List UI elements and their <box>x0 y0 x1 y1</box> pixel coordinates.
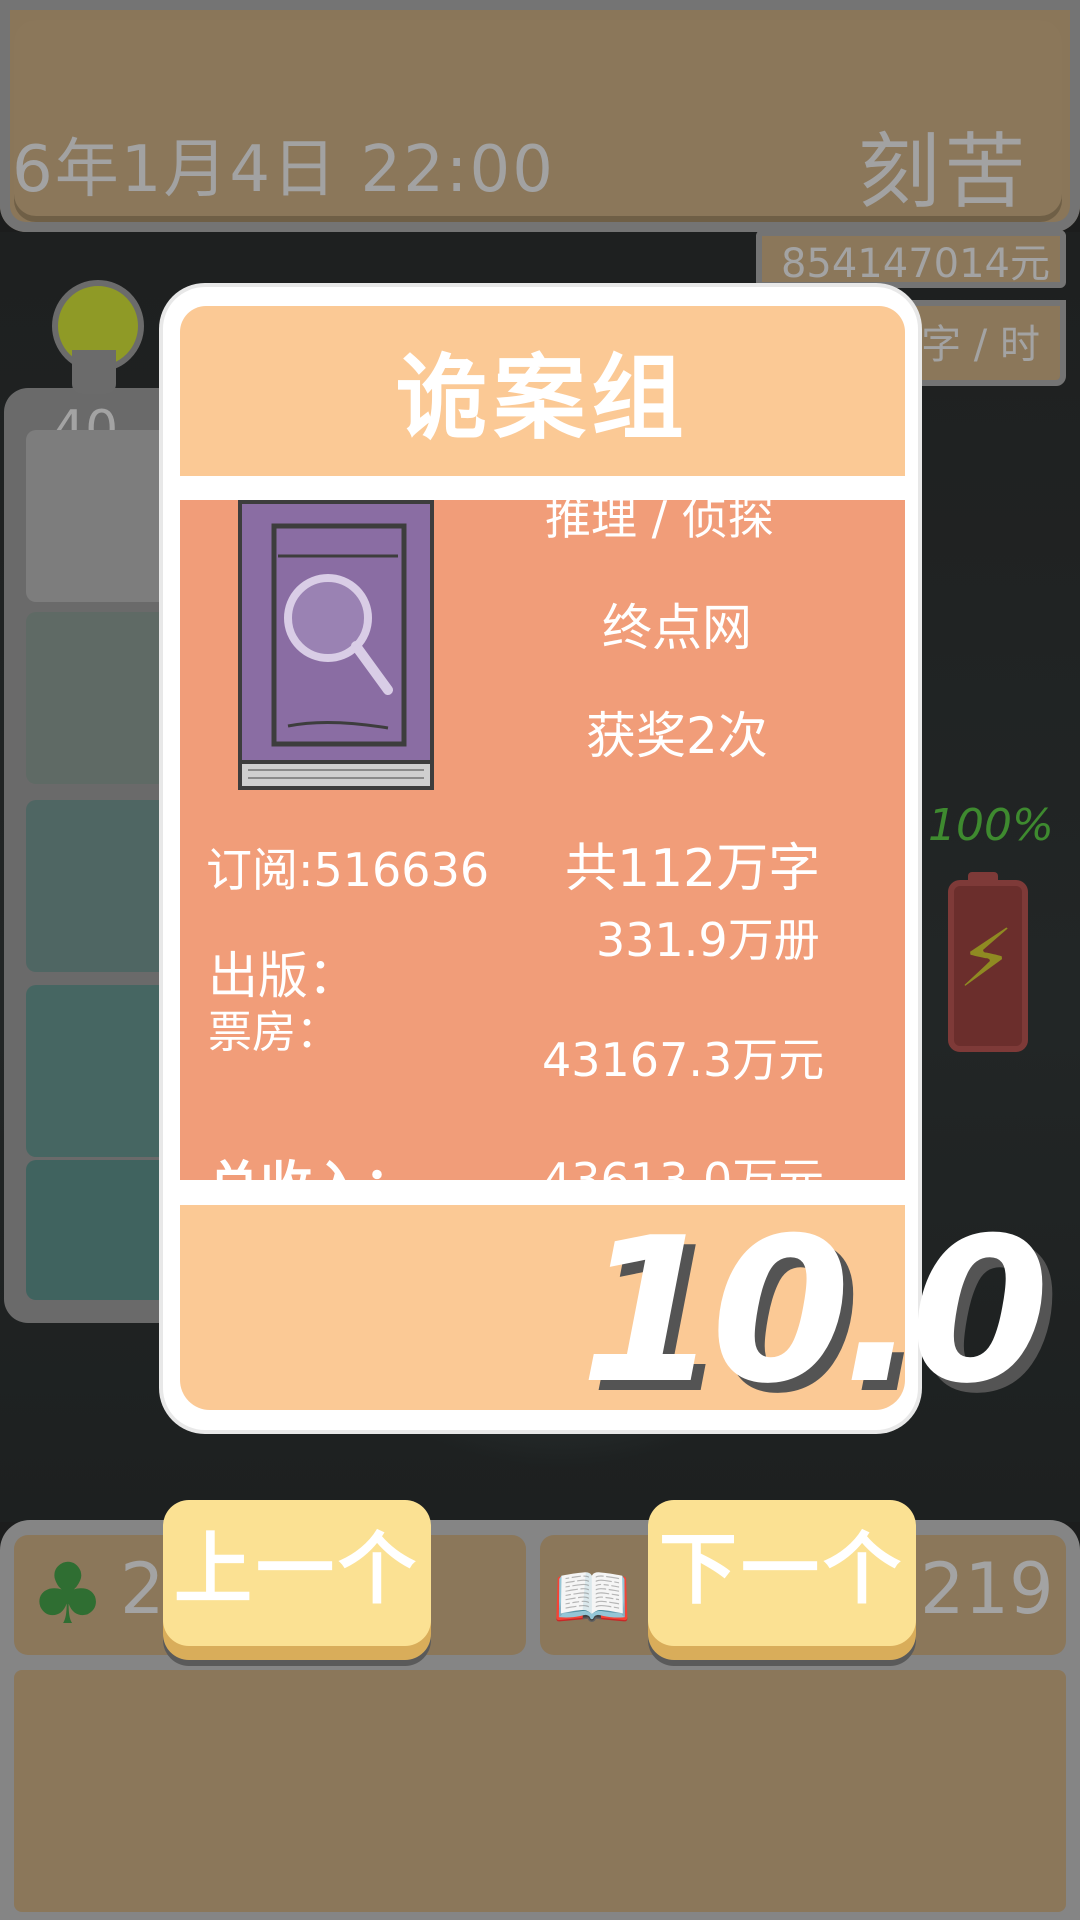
book-title: 诡案组 <box>395 345 690 452</box>
book-website: 终点网 <box>602 599 752 657</box>
book-genre: 推理 / 侦探 <box>545 500 774 545</box>
lightning-icon: ⚡ <box>958 912 1015 1005</box>
money-display: 854147014元 <box>756 230 1066 288</box>
next-button[interactable]: 下一个 <box>648 1500 916 1646</box>
boxoffice-value: 43167.3万元 <box>542 1033 825 1087</box>
boxoffice-label: 票房： <box>208 1007 340 1058</box>
total-income-value: 43613.0万元 <box>542 1153 825 1180</box>
word-count: 共112万字 <box>565 839 821 899</box>
side-slot[interactable] <box>26 1160 176 1300</box>
side-slot[interactable] <box>26 430 176 602</box>
battery-percent: 100% <box>928 800 1054 851</box>
lightbulb-base <box>72 350 116 394</box>
side-slot[interactable] <box>26 612 176 784</box>
bottom-info-area <box>14 1670 1066 1912</box>
magnifier-book-icon <box>238 500 434 790</box>
subscription-count: 订阅:516636 <box>206 843 490 897</box>
tree-icon: ♣ <box>30 1545 106 1643</box>
side-slot[interactable] <box>26 985 176 1157</box>
header-divider <box>180 476 905 500</box>
stat-right-value: 219 <box>920 1548 1054 1630</box>
book-awards: 获奖2次 <box>586 707 768 765</box>
book-score: 10.0 <box>580 1195 1049 1428</box>
side-slot[interactable] <box>26 800 176 972</box>
book-icon: 📖 <box>552 1561 632 1635</box>
mood-status: 刻苦 <box>857 125 1030 220</box>
game-date: 6年1月4日 22:00 <box>12 133 555 207</box>
total-income-label: 总收入： <box>208 1144 416 1180</box>
publish-value: 331.9万册 <box>596 913 820 967</box>
previous-button[interactable]: 上一个 <box>163 1500 431 1646</box>
